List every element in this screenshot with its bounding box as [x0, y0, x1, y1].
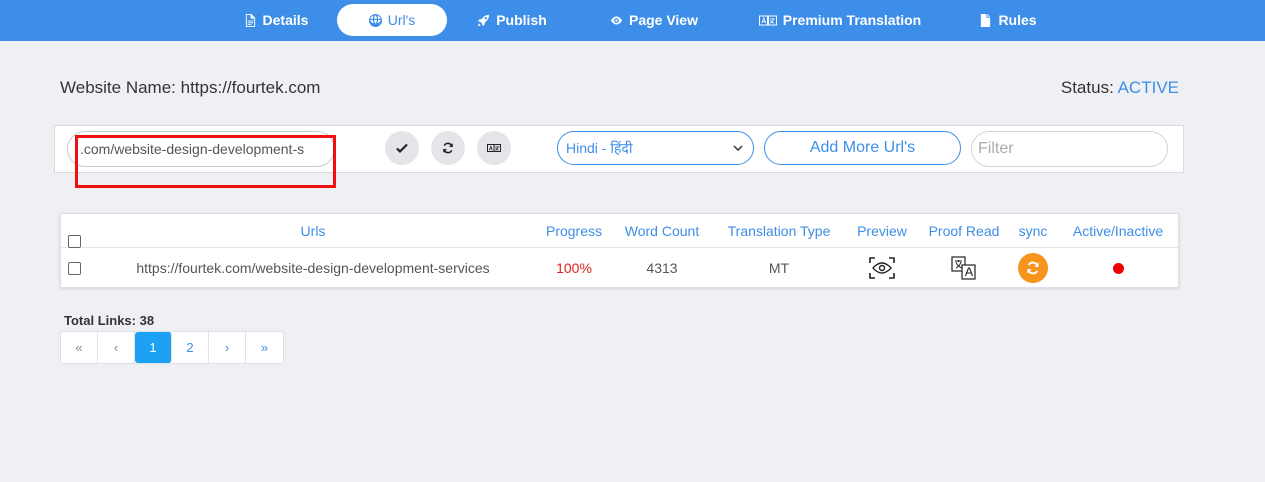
column-header-progress[interactable]: Progress: [537, 214, 611, 247]
table-header: Urls Progress Word Count Translation Typ…: [61, 214, 1178, 248]
translate-button[interactable]: [477, 131, 511, 165]
refresh-icon: [443, 142, 453, 154]
document-icon: [245, 13, 255, 27]
row-translation-type: MT: [768, 260, 790, 276]
tab-label: Url's: [387, 12, 416, 28]
row-progress: 100%: [556, 260, 592, 276]
column-header-word-count[interactable]: Word Count: [617, 214, 707, 247]
tab-page-view[interactable]: Page View: [598, 4, 710, 36]
tab-urls[interactable]: Url's: [337, 4, 447, 36]
prev-page-button[interactable]: ‹: [98, 332, 135, 363]
first-page-button[interactable]: «: [61, 332, 98, 363]
last-page-button[interactable]: »: [246, 332, 283, 363]
confirm-button[interactable]: [385, 131, 419, 165]
chevron-down-icon: [733, 145, 743, 151]
status-dot: [1112, 262, 1124, 274]
refresh-icon: [1027, 261, 1039, 275]
tab-rules[interactable]: Rules: [972, 4, 1044, 36]
rocket-icon: [478, 14, 490, 26]
url-toolbar: Hindi - हिंदी Add More Url's: [54, 125, 1185, 188]
tab-label: Publish: [496, 12, 547, 28]
next-page-button[interactable]: ›: [209, 332, 246, 363]
column-header-translation-type[interactable]: Translation Type: [715, 214, 843, 247]
translate-icon: [758, 15, 777, 25]
eye-icon: [610, 15, 623, 25]
tab-publish[interactable]: Publish: [470, 4, 554, 36]
page-1-button[interactable]: 1: [135, 332, 172, 363]
status: Status: ACTIVE: [1061, 78, 1179, 98]
refresh-button[interactable]: [431, 131, 465, 165]
urls-table: Urls Progress Word Count Translation Typ…: [60, 213, 1179, 288]
file-icon: [981, 13, 991, 27]
check-icon: [396, 143, 408, 154]
language-select[interactable]: Hindi - हिंदी: [557, 131, 754, 165]
proof-read-button[interactable]: [921, 248, 1007, 288]
globe-icon: [368, 13, 382, 27]
page-2-button[interactable]: 2: [172, 332, 209, 363]
column-header-sync[interactable]: sync: [1011, 214, 1055, 247]
scan-eye-icon: [869, 257, 895, 279]
tab-label: Rules: [998, 12, 1037, 28]
highlight-box: [75, 135, 336, 188]
tab-label: Page View: [628, 12, 698, 28]
row-url: https://fourtek.com/website-design-devel…: [136, 260, 490, 276]
column-header-urls[interactable]: Urls: [113, 214, 513, 247]
add-more-urls-button[interactable]: Add More Url's: [764, 131, 961, 165]
status-label: Status:: [1060, 78, 1114, 97]
translate-icon: [487, 144, 501, 152]
filter-input[interactable]: [978, 140, 1185, 158]
column-header-proof-read[interactable]: Proof Read: [921, 214, 1007, 247]
tab-label: Premium Translation: [782, 12, 922, 28]
website-name: Website Name: https://fourtek.com: [60, 78, 321, 97]
language-value: Hindi - हिंदी: [566, 139, 633, 156]
tab-details[interactable]: Details: [230, 4, 322, 36]
column-header-preview[interactable]: Preview: [849, 214, 915, 247]
filter-field: [971, 131, 1185, 167]
top-nav: Details Url's Publish Page View Premium …: [0, 0, 1265, 41]
column-header-active[interactable]: Active/Inactive: [1061, 214, 1175, 247]
row-checkbox[interactable]: [67, 248, 81, 288]
tab-premium-translation[interactable]: Premium Translation: [750, 4, 930, 36]
sync-button[interactable]: [1011, 248, 1055, 288]
preview-button[interactable]: [849, 248, 915, 288]
translate-icon: [951, 256, 976, 280]
row-word-count: 4313: [646, 260, 678, 276]
table-row: https://fourtek.com/website-design-devel…: [61, 248, 1178, 288]
tab-label: Details: [262, 12, 309, 28]
total-links: Total Links: 38: [64, 313, 155, 328]
active-toggle[interactable]: [1061, 248, 1175, 288]
status-value: ACTIVE: [1117, 78, 1179, 97]
pagination: « ‹ 1 2 › »: [60, 331, 284, 364]
